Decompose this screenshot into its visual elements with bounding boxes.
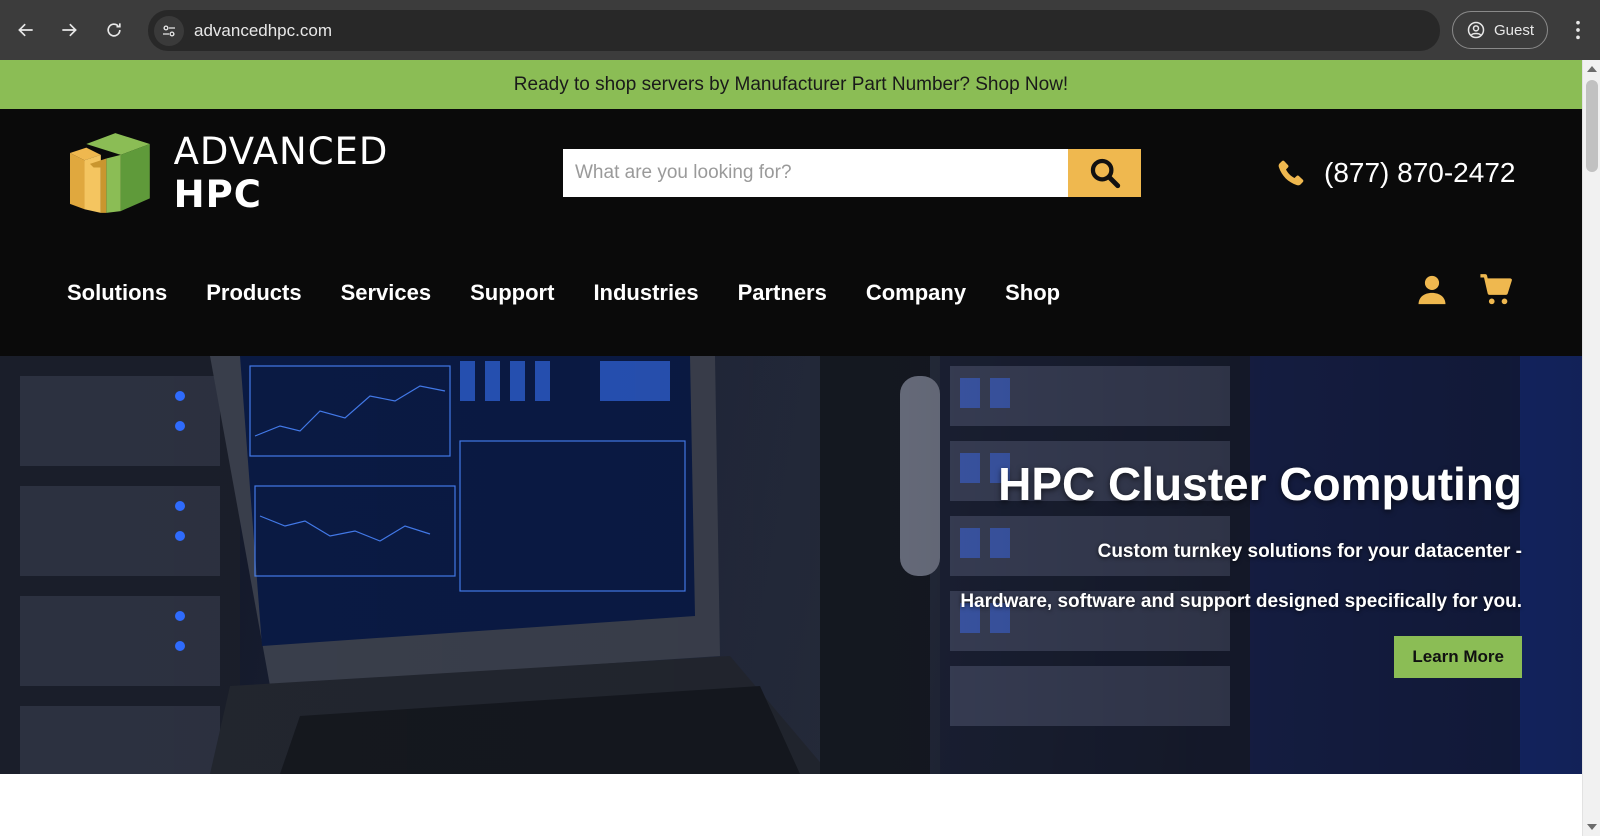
address-bar[interactable]: advancedhpc.com — [148, 10, 1440, 51]
search-bar — [563, 149, 1141, 197]
url-text[interactable]: advancedhpc.com — [194, 21, 332, 41]
phone-number[interactable]: (877) 870-2472 — [1324, 157, 1515, 189]
tune-icon — [163, 24, 175, 37]
logo-text-bold: HPC — [173, 173, 262, 216]
forward-button[interactable] — [53, 14, 85, 46]
hero-content: HPC Cluster Computing Custom turnkey sol… — [802, 456, 1522, 678]
page-scrollbar[interactable] — [1582, 60, 1600, 836]
phone-contact[interactable]: (877) 870-2472 — [1276, 151, 1515, 195]
scroll-down-arrow-icon[interactable] — [1587, 824, 1597, 830]
nav-item-solutions[interactable]: Solutions — [67, 280, 167, 306]
nav-item-support[interactable]: Support — [470, 280, 554, 306]
nav-item-partners[interactable]: Partners — [738, 280, 827, 306]
search-input[interactable] — [563, 149, 1068, 197]
scroll-thumb[interactable] — [1586, 80, 1598, 172]
profile-label: Guest — [1493, 21, 1535, 39]
announcement-bar[interactable]: Ready to shop servers by Manufacturer Pa… — [0, 60, 1582, 109]
learn-more-button[interactable]: Learn More — [1394, 636, 1522, 678]
browser-toolbar: advancedhpc.com Guest — [0, 0, 1600, 60]
site-info-button[interactable] — [154, 15, 184, 46]
header-icons — [1415, 273, 1513, 307]
arrow-right-icon — [62, 23, 77, 37]
nav-item-industries[interactable]: Industries — [593, 280, 698, 306]
reload-icon — [107, 23, 121, 37]
profile-button[interactable]: Guest — [1452, 11, 1548, 49]
logo-text-light: ADVANCED — [173, 130, 389, 173]
hero-banner: HPC Cluster Computing Custom turnkey sol… — [0, 356, 1582, 774]
phone-icon — [1278, 160, 1304, 186]
site-logo[interactable]: ADVANCED HPC — [70, 127, 460, 219]
main-nav: Solutions Products Services Support Indu… — [67, 269, 1099, 317]
page: Ready to shop servers by Manufacturer Pa… — [0, 60, 1582, 836]
site-header: ADVANCED HPC (877) 870-2472 Solutio — [0, 109, 1582, 356]
search-icon — [1090, 158, 1120, 189]
announcement-text[interactable]: Ready to shop servers by Manufacturer Pa… — [514, 74, 1068, 96]
back-button[interactable] — [10, 14, 42, 46]
logo-text: ADVANCED HPC — [174, 130, 460, 216]
logo-mark-icon — [70, 133, 150, 213]
search-button[interactable] — [1068, 149, 1141, 197]
cart-icon[interactable] — [1479, 273, 1513, 307]
nav-item-services[interactable]: Services — [341, 280, 432, 306]
nav-item-shop[interactable]: Shop — [1005, 280, 1060, 306]
user-icon[interactable] — [1415, 273, 1449, 307]
arrow-left-icon — [18, 23, 33, 37]
reload-button[interactable] — [98, 14, 130, 46]
hero-subtitle-line-2: Hardware, software and support designed … — [960, 591, 1522, 612]
nav-item-products[interactable]: Products — [206, 280, 301, 306]
hero-title: HPC Cluster Computing — [998, 458, 1522, 510]
account-circle-icon — [1467, 21, 1485, 39]
nav-item-company[interactable]: Company — [866, 280, 966, 306]
browser-menu-button[interactable] — [1566, 14, 1590, 46]
page-viewport: Ready to shop servers by Manufacturer Pa… — [0, 60, 1600, 836]
scroll-up-arrow-icon[interactable] — [1587, 66, 1597, 72]
hero-subtitle-line-1: Custom turnkey solutions for your datace… — [1097, 541, 1522, 562]
more-vertical-icon — [1576, 20, 1580, 40]
